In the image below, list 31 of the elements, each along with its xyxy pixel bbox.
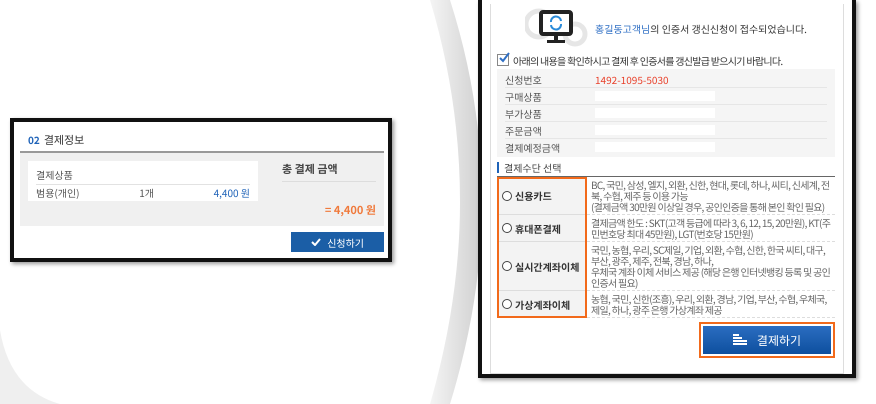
payment-method-option[interactable]: 실시간계좌이체 <box>497 242 587 291</box>
payment-section-title: 결제수단 선택 <box>497 162 562 173</box>
payment-method-option[interactable]: 휴대폰결제 <box>497 215 587 242</box>
method-description: 우체국 계좌 이체 서비스 제공 (해당 은행 인터넷뱅킹 등록 및 공인인증서 필요) <box>591 266 831 288</box>
product-name: 범용(개인) <box>36 185 80 200</box>
payment-method-option[interactable]: 신용카드 <box>497 177 587 215</box>
agreement-checkbox[interactable] <box>497 54 509 66</box>
agreement-label: 아래의 내용을 확인하시고 결제 후 인증서를 갱신발급 받으시기 바랍니다. <box>513 54 782 66</box>
method-description: BC, 국민, 삼성, 엘지, 외환, 신한, 현대, 롯데, 하나, 씨티, 신세계, 전북, 수협, 제주 등 이용 가능 <box>591 179 830 201</box>
detail-label: 신청번호 <box>505 72 543 86</box>
method-description: (결제금액 30만원 이상일 경우, 공인인증을 통해 본인 확인 필요) <box>591 201 826 212</box>
method-description: 국민, 농협, 우리, SC제일, 기업, 외환, 수협, 신한, 한국 씨티, 대구, 부산, 광주, 제주, 전북, 경남, 하나, <box>591 244 826 266</box>
confirmation-message: 홍길동고객님의 인증서 갱신신청이 접수되었습니다. <box>595 20 807 36</box>
method-description: 결제금액 한도 : SKT(고객 등급에 따라 3, 6, 12, 15, 20만원), KT(주민번호당 최대 45만원), LGT(번호당 15만원) <box>591 217 831 239</box>
product-quantity: 1개 <box>139 185 154 200</box>
apply-button[interactable]: 신청하기 <box>291 232 384 252</box>
detail-label: 구매상품 <box>505 88 543 104</box>
product-header: 결제상품 <box>36 167 250 185</box>
check-icon <box>311 238 322 246</box>
product-price: 4,400 원 <box>214 185 250 200</box>
pay-button[interactable]: 결제하기 <box>703 326 831 354</box>
detail-label: 결제예정금액 <box>505 140 562 154</box>
section-number: 02 <box>28 132 40 147</box>
detail-value: 1492-1095-5030 <box>595 72 669 86</box>
detail-label: 부가상품 <box>505 106 543 120</box>
total-value: = 4,400 원 <box>324 202 376 218</box>
method-description: 농협, 국민, 신한(조흥), 우리, 외환, 경남, 기업, 부산, 수협, 우체국, 제일, 하나, 광주 은행 가상계좌 제공 <box>591 293 828 315</box>
detail-label: 주문금액 <box>505 122 543 138</box>
section-title: 결제정보 <box>44 132 84 148</box>
list-icon <box>732 334 747 346</box>
total-label: 총 결제 금액 <box>282 161 376 182</box>
